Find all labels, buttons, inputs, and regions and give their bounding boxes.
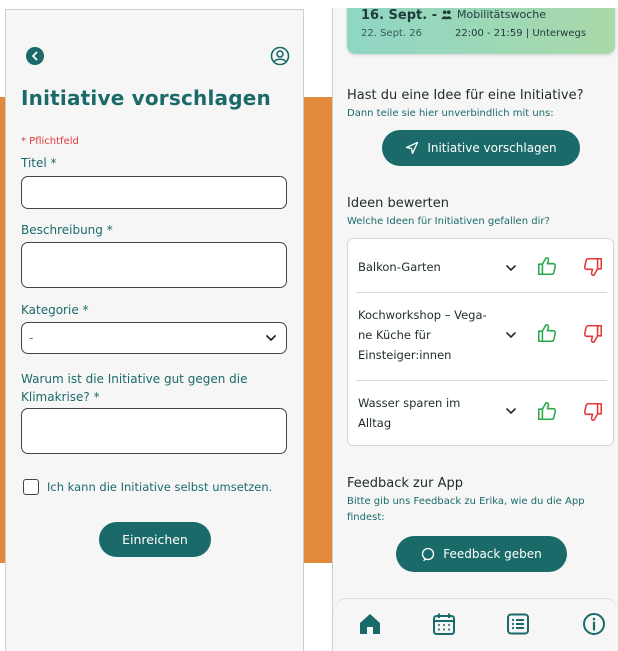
thumbs-down-icon[interactable] <box>582 256 604 278</box>
idea-text-line: Alltag <box>358 416 392 430</box>
idea-text: Kochworkshop – Vega- ne Küche für Einste… <box>358 305 506 365</box>
chevron-down-icon[interactable] <box>506 331 516 339</box>
titel-label: Titel * <box>21 156 57 170</box>
submit-button[interactable]: Einreichen <box>99 522 211 557</box>
thumbs-down-icon[interactable] <box>582 323 604 345</box>
chevron-down-icon <box>266 335 276 341</box>
feedback-icon <box>422 547 435 561</box>
required-note: * Pflichtfeld <box>21 136 79 147</box>
idea-text: Balkon-Garten <box>358 257 506 277</box>
idea-section-subtitle: Dann teile sie hier unverbindlich mit un… <box>347 108 554 119</box>
thumbs-up-icon[interactable] <box>536 322 558 344</box>
event-title: Mobilitätswoche <box>457 8 546 21</box>
feedback-button[interactable]: Feedback geben <box>396 536 567 572</box>
profile-icon[interactable] <box>270 46 290 66</box>
thumbs-up-icon[interactable] <box>536 255 558 277</box>
selbst-umsetzen-checkbox[interactable] <box>23 479 39 495</box>
idea-text-line: Kochworkshop – Vega- <box>358 308 487 322</box>
rate-section-subtitle: Welche Ideen für Initiativen gefallen di… <box>347 216 550 227</box>
event-time: 22:00 - 21:59 | Unterwegs <box>455 28 587 39</box>
beschreibung-input[interactable] <box>21 242 287 288</box>
chevron-down-icon[interactable] <box>506 264 516 272</box>
bottom-nav <box>333 598 618 651</box>
home-icon[interactable] <box>357 611 383 637</box>
divider <box>356 292 607 293</box>
idea-text-line: Wasser sparen im <box>358 396 461 410</box>
event-card[interactable]: 16. Sept. - 22. Sept. 26 Mobilitätswoche… <box>347 8 615 54</box>
kategorie-value: - <box>29 331 34 345</box>
info-icon[interactable] <box>581 611 607 637</box>
list-icon[interactable] <box>505 611 531 637</box>
warum-label: Warum ist die Initiative gut gegen die K… <box>21 370 291 406</box>
send-icon <box>406 141 419 155</box>
titel-input[interactable] <box>21 176 287 209</box>
initiative-vorschlagen-button[interactable]: Initiative vorschlagen <box>382 130 580 166</box>
idea-item: Kochworkshop – Vega- ne Küche für Einste… <box>358 305 608 369</box>
warum-label-line2: Klimakrise? * <box>21 390 100 404</box>
warum-input[interactable] <box>21 408 287 454</box>
beschreibung-label: Beschreibung * <box>21 223 113 237</box>
idea-text: Wasser sparen im Alltag <box>358 393 506 433</box>
rate-section-title: Ideen bewerten <box>347 196 450 211</box>
back-button[interactable] <box>26 47 44 65</box>
ideas-card: Balkon-Garten Kochworkshop – Vega- ne Kü… <box>347 238 614 446</box>
idea-text-line: ne Küche für <box>358 328 431 342</box>
idea-item: Wasser sparen im Alltag <box>358 393 608 437</box>
event-date-start: 16. Sept. - <box>361 8 438 23</box>
people-icon <box>441 10 452 20</box>
divider <box>356 380 607 381</box>
idea-text-line: Balkon-Garten <box>358 260 441 274</box>
initiative-vorschlagen-label: Initiative vorschlagen <box>427 141 557 155</box>
home-screen: 16. Sept. - 22. Sept. 26 Mobilitätswoche… <box>332 8 618 651</box>
feedback-section-title: Feedback zur App <box>347 476 463 491</box>
idea-item: Balkon-Garten <box>358 255 608 279</box>
kategorie-label: Kategorie * <box>21 303 89 317</box>
calendar-icon[interactable] <box>431 611 457 637</box>
checkbox-label: Ich kann die Initiative selbst umsetzen. <box>47 480 273 494</box>
feedback-button-label: Feedback geben <box>443 547 542 561</box>
warum-label-line1: Warum ist die Initiative gut gegen die <box>21 372 248 386</box>
chevron-left-icon <box>32 51 38 61</box>
kategorie-select[interactable]: - <box>21 322 287 354</box>
idea-section-title: Hast du eine Idee für eine Initiative? <box>347 88 584 103</box>
idea-text-line: Einsteiger:innen <box>358 348 452 362</box>
proposal-form-screen: Initiative vorschlagen * Pflichtfeld Tit… <box>5 9 304 651</box>
thumbs-up-icon[interactable] <box>536 400 558 422</box>
feedback-section-subtitle: Bitte gib uns Feedback zu Erika, wie du … <box>347 496 585 523</box>
chevron-down-icon[interactable] <box>506 407 516 415</box>
page-title: Initiative vorschlagen <box>21 86 271 110</box>
thumbs-down-icon[interactable] <box>582 401 604 423</box>
event-date-end: 22. Sept. 26 <box>361 28 422 39</box>
